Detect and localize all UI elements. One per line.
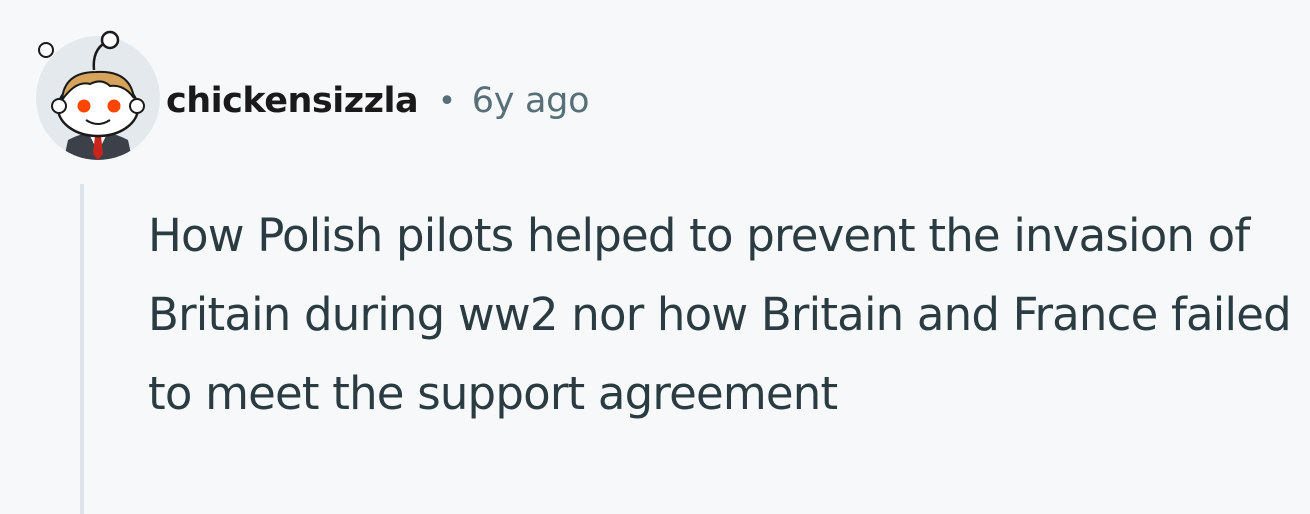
comment: chickensizzla • 6y ago How Polish pilots… — [0, 0, 1310, 514]
comment-body: How Polish pilots helped to prevent the … — [148, 209, 1292, 420]
comment-header: chickensizzla • 6y ago — [166, 76, 589, 126]
user-avatar[interactable] — [32, 28, 168, 164]
comment-timestamp[interactable]: 6y ago — [472, 81, 590, 121]
thread-line[interactable] — [80, 184, 84, 514]
author-username[interactable]: chickensizzla — [166, 81, 419, 121]
snoo-avatar-icon — [36, 30, 160, 160]
meta-separator: • — [438, 83, 456, 119]
